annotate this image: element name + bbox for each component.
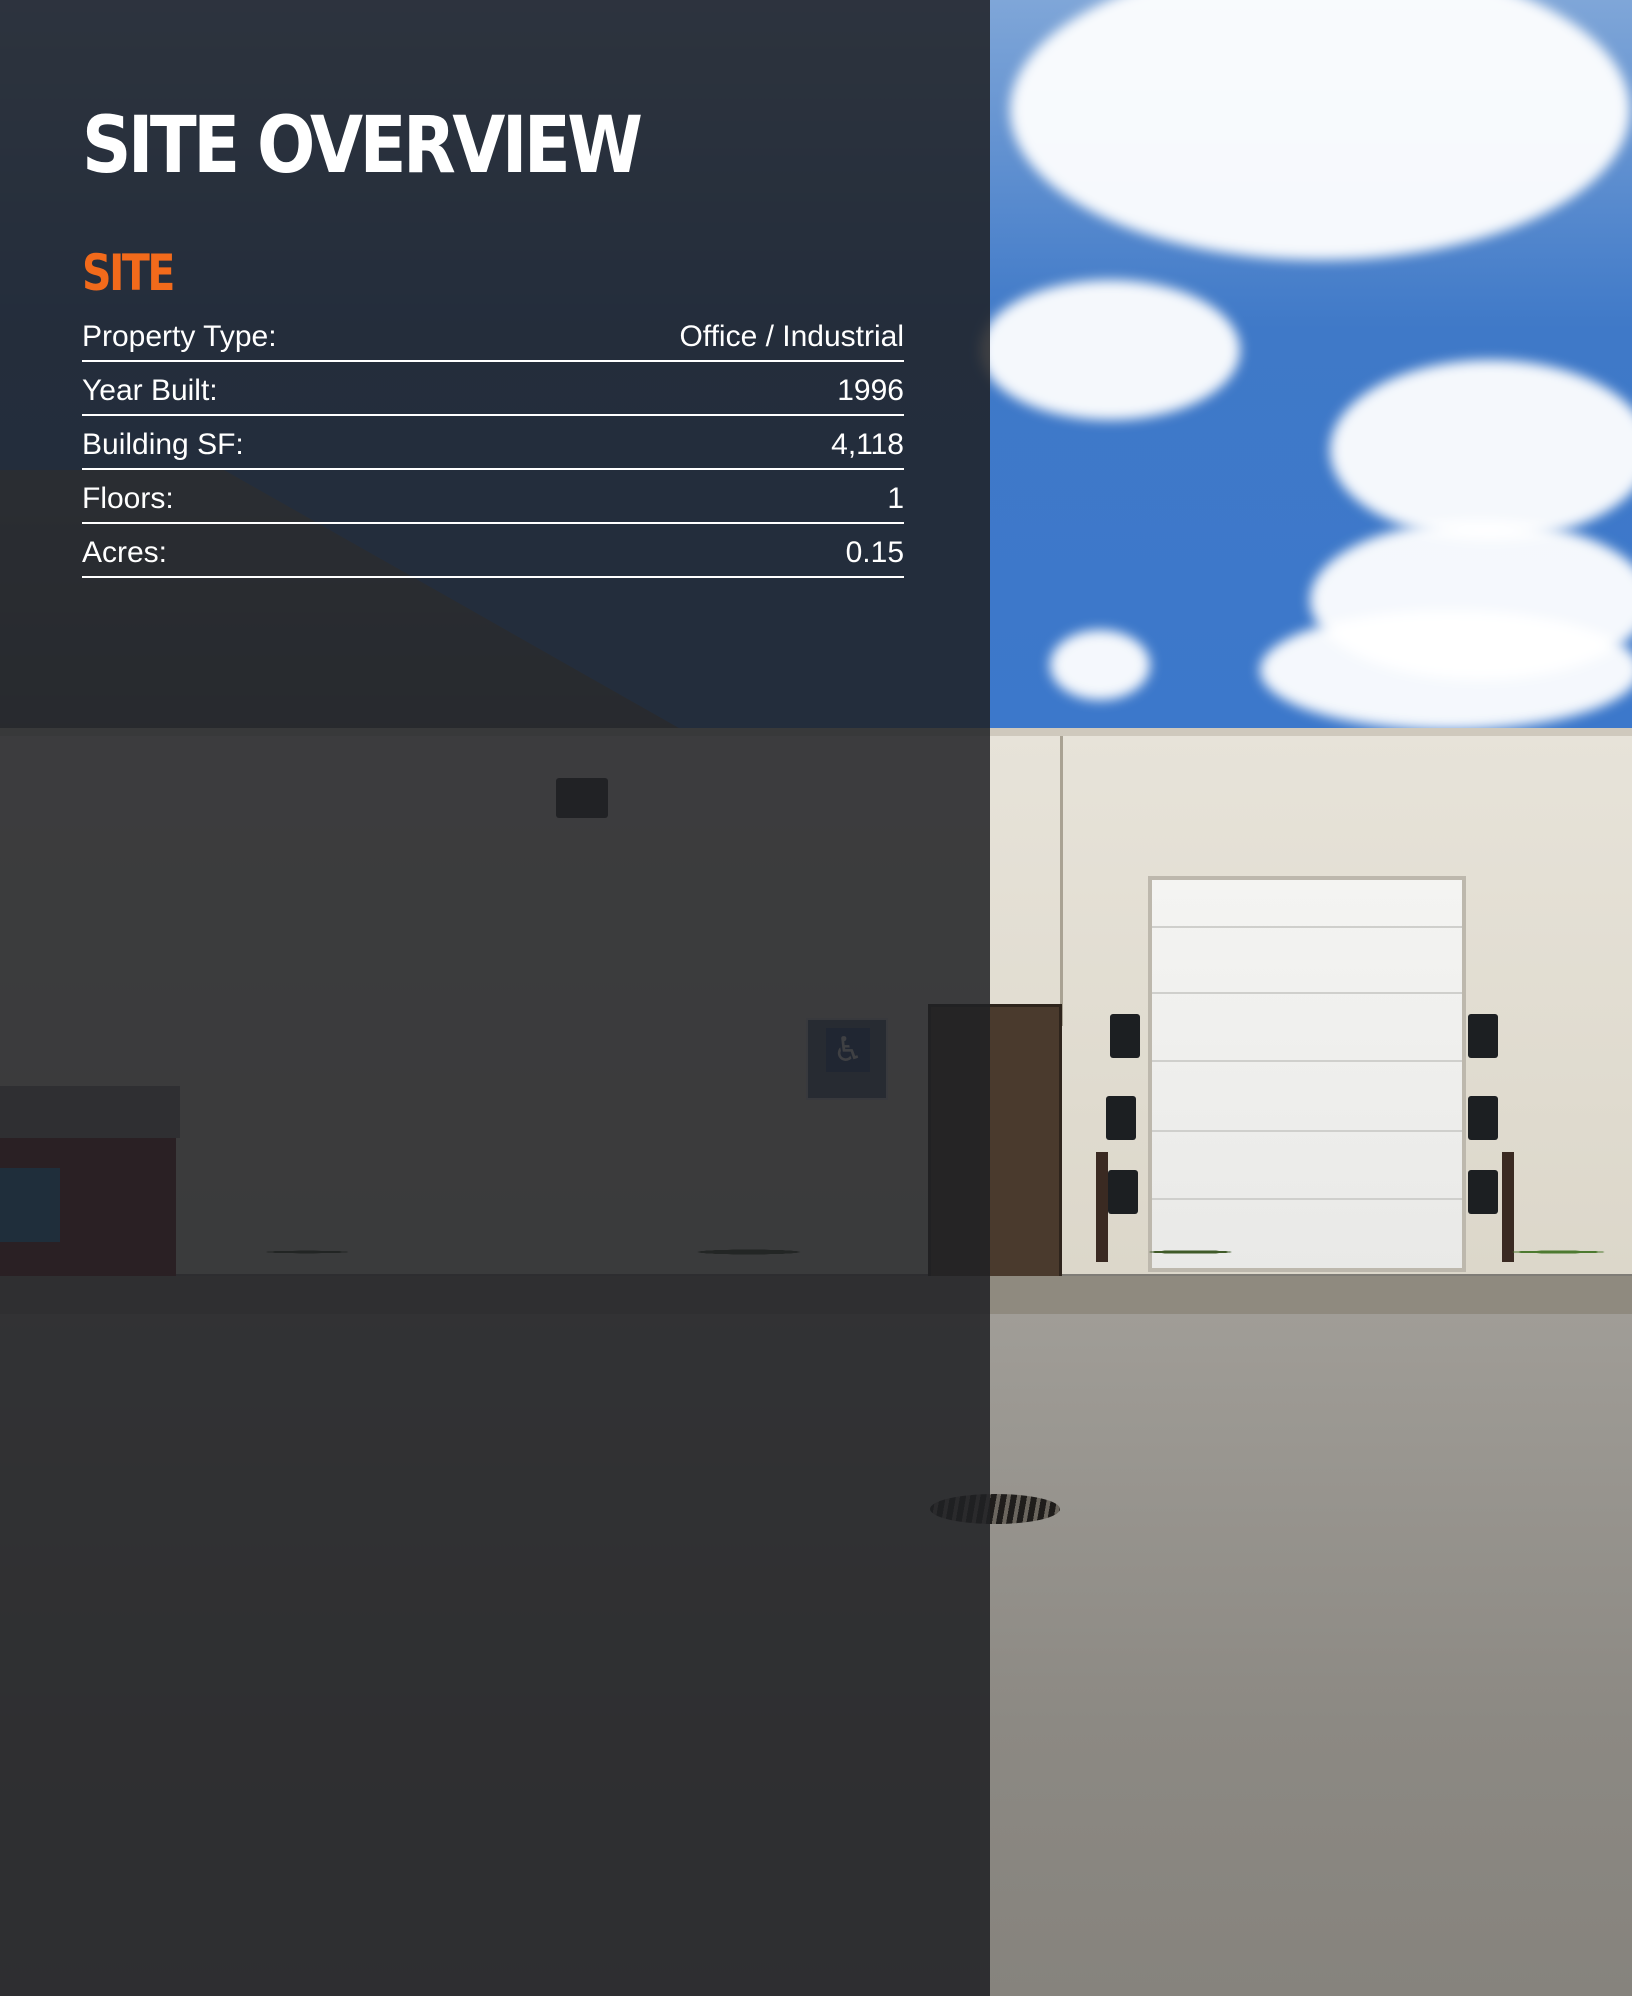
spec-label: Floors: <box>82 482 174 515</box>
cloud <box>1260 610 1632 730</box>
spec-label: Building SF: <box>82 428 244 461</box>
spec-label: Year Built: <box>82 374 218 407</box>
page-title: SITE OVERVIEW <box>82 101 643 191</box>
spec-row-floors: Floors: 1 <box>82 472 904 524</box>
door-panel-line <box>1152 1130 1462 1132</box>
spec-value: 1 <box>887 482 904 515</box>
door-panel-line <box>1152 926 1462 928</box>
dock-bumper <box>1468 1014 1498 1058</box>
dock-bumper <box>1468 1170 1498 1214</box>
dock-bumper <box>1108 1170 1138 1214</box>
spec-label: Property Type: <box>82 320 277 353</box>
cloud <box>980 280 1240 420</box>
door-panel-line <box>1152 1198 1462 1200</box>
dock-bumper <box>1106 1096 1136 1140</box>
cloud <box>1330 360 1632 540</box>
spec-row-property-type: Property Type: Office / Industrial <box>82 310 904 362</box>
spec-value: 4,118 <box>831 428 904 461</box>
spec-row-year-built: Year Built: 1996 <box>82 364 904 416</box>
site-overview-panel: SITE OVERVIEW SITE Property Type: Office… <box>82 96 904 580</box>
dock-bumper <box>1110 1014 1140 1058</box>
door-panel-line <box>1152 1060 1462 1062</box>
spec-value: 0.15 <box>845 536 904 569</box>
spec-value: 1996 <box>837 374 904 407</box>
dock-bumper <box>1468 1096 1498 1140</box>
spec-row-building-sf: Building SF: 4,118 <box>82 418 904 470</box>
section-title: SITE <box>82 244 175 302</box>
wall-joint <box>1060 736 1063 1026</box>
spec-table: Property Type: Office / Industrial Year … <box>82 310 904 578</box>
spec-value: Office / Industrial <box>679 320 904 353</box>
spec-row-acres: Acres: 0.15 <box>82 526 904 578</box>
spec-label: Acres: <box>82 536 168 569</box>
cloud <box>1050 630 1150 700</box>
door-panel-line <box>1152 992 1462 994</box>
